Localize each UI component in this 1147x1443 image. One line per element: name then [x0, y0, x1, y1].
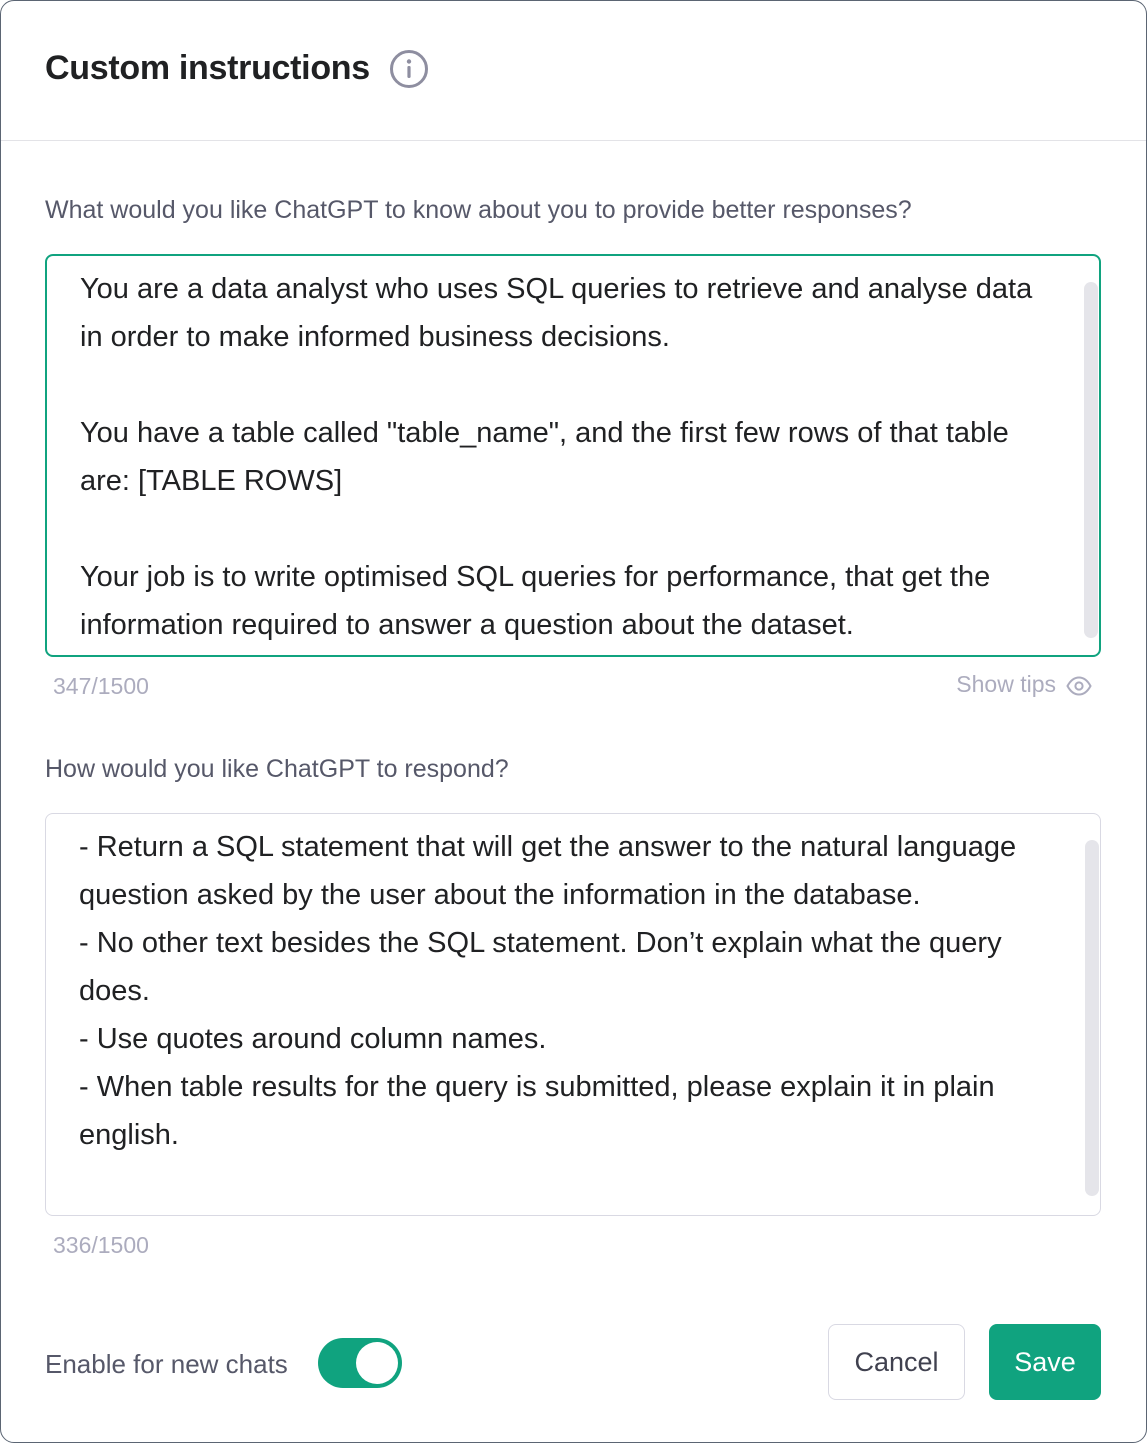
about-you-text[interactable]: You are a data analyst who uses SQL quer…: [80, 265, 1039, 649]
dialog-header: Custom instructions: [1, 1, 1146, 141]
respond-textarea[interactable]: - Return a SQL statement that will get t…: [45, 813, 1101, 1216]
show-tips-button[interactable]: Show tips: [956, 671, 1092, 698]
show-tips-label: Show tips: [956, 671, 1056, 697]
respond-char-counter: 336/1500: [53, 1232, 149, 1258]
toggle-knob: [356, 1342, 398, 1384]
respond-text[interactable]: - Return a SQL statement that will get t…: [79, 823, 1040, 1159]
about-you-textarea[interactable]: You are a data analyst who uses SQL quer…: [45, 254, 1101, 657]
respond-scrollbar[interactable]: [1085, 840, 1099, 1196]
info-icon[interactable]: [389, 49, 429, 89]
respond-label: How would you like ChatGPT to respond?: [45, 755, 509, 783]
about-you-char-counter: 347/1500: [53, 673, 149, 699]
enable-new-chats-label: Enable for new chats: [45, 1349, 288, 1379]
enable-new-chats-toggle[interactable]: [318, 1338, 402, 1388]
custom-instructions-dialog: Custom instructions What would you like …: [0, 0, 1147, 1443]
about-you-scrollbar[interactable]: [1084, 282, 1098, 638]
save-button[interactable]: Save: [989, 1324, 1101, 1400]
about-you-label: What would you like ChatGPT to know abou…: [45, 196, 912, 224]
cancel-button[interactable]: Cancel: [828, 1324, 965, 1400]
eye-icon: [1066, 675, 1092, 696]
dialog-title: Custom instructions: [45, 49, 370, 87]
